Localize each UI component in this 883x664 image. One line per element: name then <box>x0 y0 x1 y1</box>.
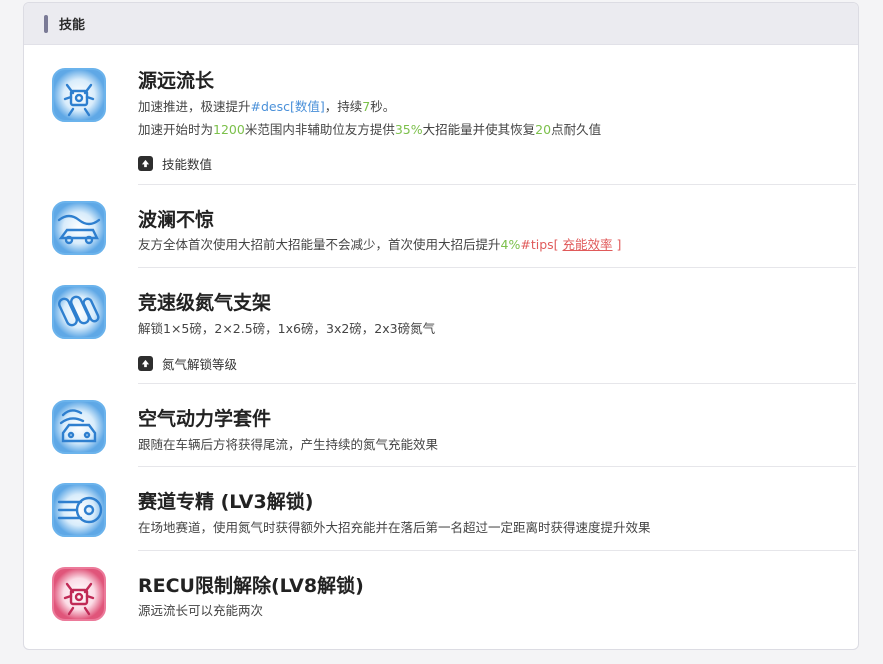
desc-tag: ] <box>612 237 622 252</box>
desc-number: 4% <box>500 237 521 252</box>
skill-title: 空气动力学套件 <box>138 408 272 430</box>
desc-variable: #desc[数值] <box>250 99 325 114</box>
desc-number: 35% <box>394 122 423 137</box>
desc-text: 米范围内非辅助位友方提供 <box>244 122 395 137</box>
skill-description: 在场地赛道，使用氮气时获得额外大招充能并在落后第一名超过一定距离时获得速度提升效… <box>138 520 651 535</box>
nitro-tanks-icon <box>49 282 109 342</box>
nitro-unlock-toggle[interactable]: 氮气解锁等级 <box>138 354 237 373</box>
skill-item: 空气动力学套件 跟随在车辆后方将获得尾流，产生持续的氮气充能效果 <box>24 384 858 467</box>
skill-title: 赛道专精 (LV3解锁) <box>138 491 314 513</box>
desc-tag: #tips[ <box>520 237 563 252</box>
arrow-up-icon <box>138 356 153 371</box>
desc-text: 点耐久值 <box>551 122 602 137</box>
skill-item: 竞速级氮气支架 解锁1×5磅，2×2.5磅，1x6磅，3x2磅，2x3磅氮气 氮… <box>24 268 858 384</box>
skill-description: 友方全体首次使用大招前大招能量不会减少，首次使用大招后提升4%#tips[ 充能… <box>138 234 621 256</box>
skill-description: 加速推进，极速提升#desc[数值]，持续7秒。 <box>138 96 395 118</box>
skill-title: 竞速级氮气支架 <box>138 292 272 314</box>
tip-link-charge-efficiency[interactable]: 充能效率 <box>563 237 613 252</box>
skill-item: 源远流长 加速推进，极速提升#desc[数值]，持续7秒。 加速开始时为1200… <box>24 45 858 185</box>
skill-title: 源远流长 <box>138 70 215 92</box>
arrow-up-icon <box>138 156 153 171</box>
wave-car-icon <box>49 198 109 258</box>
aero-car-icon <box>49 397 109 457</box>
skill-item: 波澜不惊 友方全体首次使用大招前大招能量不会减少，首次使用大招后提升4%#tip… <box>24 185 858 268</box>
expand-label: 技能数值 <box>162 157 213 172</box>
skill-description: 源远流长可以充能两次 <box>138 603 264 618</box>
skill-values-toggle[interactable]: 技能数值 <box>138 154 212 173</box>
skill-item: 赛道专精 (LV3解锁) 在场地赛道，使用氮气时获得额外大招充能并在落后第一名超… <box>24 467 858 551</box>
skill-item: RECU限制解除(LV8解锁) 源远流长可以充能两次 <box>24 551 858 641</box>
desc-text: 秒。 <box>370 99 396 114</box>
desc-number: 1200 <box>213 122 245 137</box>
engine-pink-icon <box>49 564 109 624</box>
tire-icon <box>49 480 109 540</box>
skill-title: 波澜不惊 <box>138 209 215 231</box>
desc-text: 大招能量并使其恢复 <box>422 122 536 137</box>
desc-text: ，持续 <box>324 99 363 114</box>
desc-number: 20 <box>535 122 552 137</box>
skills-card: 技能 源远流长 加速推进，极速提升#desc[数值]，持续7秒。 加速开始时为1… <box>23 2 859 650</box>
desc-text: 友方全体首次使用大招前大招能量不会减少，首次使用大招后提升 <box>138 237 501 252</box>
desc-text: 加速开始时为 <box>138 122 214 137</box>
skill-description: 跟随在车辆后方将获得尾流，产生持续的氮气充能效果 <box>138 437 439 452</box>
header-accent-bar <box>44 14 48 33</box>
section-title: 技能 <box>59 18 86 33</box>
desc-text: 加速推进，极速提升 <box>138 99 251 114</box>
engine-icon <box>49 65 109 125</box>
skill-description: 解锁1×5磅，2×2.5磅，1x6磅，3x2磅，2x3磅氮气 <box>138 321 436 336</box>
expand-label: 氮气解锁等级 <box>162 357 238 372</box>
card-header: 技能 <box>24 3 858 45</box>
skill-description-line2: 加速开始时为1200米范围内非辅助位友方提供35%大招能量并使其恢复20点耐久值 <box>138 119 601 141</box>
skill-title: RECU限制解除(LV8解锁) <box>138 575 364 597</box>
